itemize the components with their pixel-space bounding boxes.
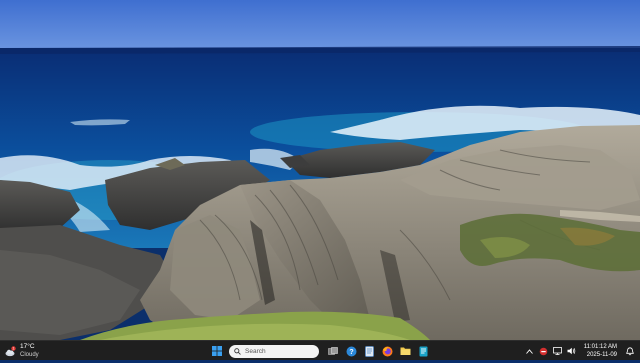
chevron-up-icon (525, 348, 533, 354)
task-view-button[interactable] (327, 345, 339, 357)
weather-cloud-icon: 1 (4, 345, 16, 357)
file-explorer-button[interactable] (399, 345, 411, 357)
windows-logo-icon (212, 346, 222, 356)
help-icon: ? (346, 346, 356, 356)
notepad-button[interactable] (363, 345, 375, 357)
help-button[interactable]: ? (345, 345, 357, 357)
display-icon (552, 347, 562, 355)
search-icon (234, 347, 241, 355)
folder-icon (400, 347, 410, 355)
start-button[interactable] (211, 345, 223, 357)
coastal-landscape-image (0, 0, 640, 340)
search-input[interactable] (245, 345, 315, 357)
clock-date: 2025-11-09 (586, 352, 617, 358)
firefox-icon (382, 346, 392, 356)
bell-icon (625, 346, 634, 355)
notepad-icon (364, 345, 374, 357)
red-status-icon (539, 347, 548, 355)
clock-time: 11:01:12 AM (583, 344, 617, 350)
tray-status-icon[interactable] (539, 347, 548, 356)
clock[interactable]: 11:01:12 AM 2025-11-09 (584, 343, 617, 359)
weather-widget[interactable]: 1 17°C Cloudy (4, 342, 39, 360)
network-button[interactable] (552, 347, 562, 356)
desktop-wallpaper (0, 0, 640, 340)
notifications-button[interactable] (625, 346, 634, 356)
svg-text:?: ? (349, 349, 353, 356)
app-icon (419, 346, 427, 356)
task-view-icon (328, 346, 338, 355)
speaker-icon (567, 347, 575, 355)
taskbar: 1 17°C Cloudy Search ? 11:01:12 AM 2025-… (0, 340, 640, 360)
system-tray: 11:01:12 AM 2025-11-09 (525, 342, 634, 360)
firefox-button[interactable] (381, 345, 393, 357)
weather-condition: Cloudy (20, 352, 39, 358)
taskbar-search[interactable] (229, 344, 319, 358)
weather-badge: 1 (13, 347, 15, 351)
show-hidden-icons-button[interactable] (525, 347, 534, 356)
taskbar-apps: ? (211, 343, 429, 359)
weather-temperature: 17°C (20, 343, 35, 350)
volume-button[interactable] (567, 347, 576, 356)
app-button[interactable] (417, 345, 429, 357)
